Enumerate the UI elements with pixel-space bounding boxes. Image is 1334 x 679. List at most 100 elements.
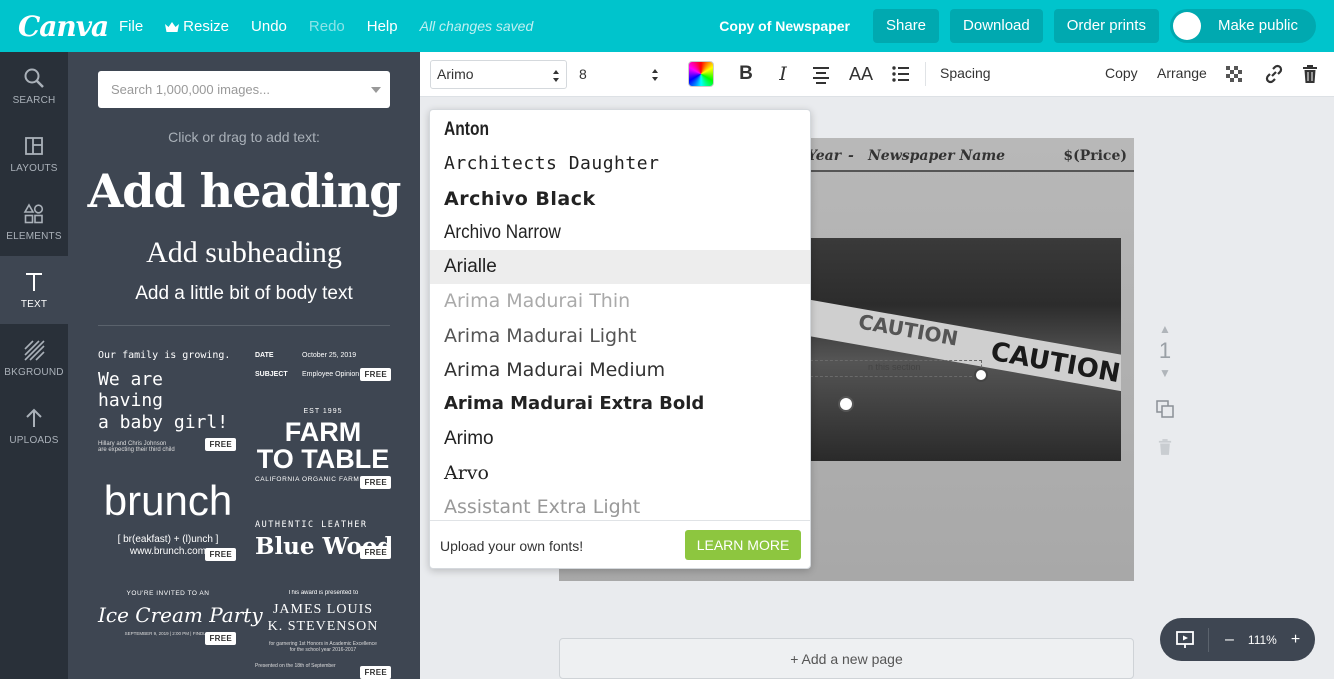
free-badge: FREE xyxy=(205,632,236,645)
template-award[interactable]: This award is presented to JAMES LOUIS K… xyxy=(255,590,391,679)
add-subheading-button[interactable]: Add subheading xyxy=(68,236,420,270)
brunch-sub: [ br(eakfast) + (l)unch ] xyxy=(117,534,219,545)
newspaper-name: Newspaper Name xyxy=(868,148,1006,164)
rail-layouts[interactable]: LAYOUTS xyxy=(0,120,68,188)
toolbar-divider xyxy=(925,62,926,86)
rail-elements-label: ELEMENTS xyxy=(6,230,62,242)
font-size-value: 8 xyxy=(579,66,587,82)
resize-handle[interactable] xyxy=(974,368,988,382)
text-color-picker[interactable] xyxy=(688,61,714,87)
font-option-arimo[interactable]: Arimo xyxy=(430,422,810,456)
template-farm-to-table[interactable]: EST 1995 FARM TO TABLE CALIFORNIA ORGANI… xyxy=(255,408,391,498)
font-dropdown-footer: Upload your own fonts! LEARN MORE xyxy=(430,520,810,568)
align-center-icon[interactable] xyxy=(812,63,830,85)
font-option-architects-daughter[interactable]: Architects Daughter xyxy=(430,147,810,181)
copy-button[interactable]: Copy xyxy=(1105,65,1138,81)
document-title[interactable]: Copy of Newspaper xyxy=(719,18,850,34)
template-blue-wood[interactable]: AUTHENTIC LEATHER Blue Wood FREE xyxy=(255,520,391,570)
font-option-assistant-extra-light[interactable]: Assistant Extra Light xyxy=(430,490,810,519)
award-name1: JAMES LOUIS xyxy=(272,602,374,617)
font-family-value: Arimo xyxy=(437,66,474,82)
download-button[interactable]: Download xyxy=(950,9,1043,43)
italic-icon[interactable]: I xyxy=(776,63,790,85)
font-option-arima-madurai-light[interactable]: Arima Madurai Light xyxy=(430,319,810,353)
template-ice-cream-party[interactable]: YOU'RE INVITED TO AN Ice Cream Party SEP… xyxy=(98,590,263,650)
redo-menu[interactable]: Redo xyxy=(298,18,356,35)
rail-uploads[interactable]: UPLOADS xyxy=(0,392,68,460)
font-family-select[interactable]: Arimo xyxy=(430,60,567,89)
resize-label: Resize xyxy=(183,17,230,35)
add-heading-button[interactable]: Add heading xyxy=(68,164,420,218)
background-icon xyxy=(24,339,45,361)
trash-icon[interactable] xyxy=(1302,63,1318,85)
toggle-knob xyxy=(1172,12,1201,40)
add-new-page-button[interactable]: + Add a new page xyxy=(559,638,1134,679)
zoom-in-button[interactable]: + xyxy=(1291,631,1300,649)
font-option-arima-madurai-thin[interactable]: Arima Madurai Thin xyxy=(430,284,810,318)
ice-title: Ice Cream Party xyxy=(98,603,263,627)
font-list[interactable]: Anton Architects Daughter Archivo Black … xyxy=(430,113,810,519)
chevron-down-icon[interactable] xyxy=(371,87,381,93)
layouts-icon xyxy=(25,136,43,155)
share-button[interactable]: Share xyxy=(873,9,940,43)
template-memo[interactable]: DATE October 25, 2019 SUBJECT Employee O… xyxy=(255,350,391,390)
free-badge: FREE xyxy=(360,368,391,381)
transparency-icon[interactable] xyxy=(1226,63,1242,85)
make-public-toggle[interactable]: Make public xyxy=(1169,9,1316,43)
rail-text[interactable]: TEXT xyxy=(0,256,68,324)
font-option-arialle[interactable]: Arialle xyxy=(430,250,810,285)
rotate-handle-icon[interactable] xyxy=(838,396,854,412)
present-icon[interactable] xyxy=(1175,630,1195,650)
learn-more-button[interactable]: LEARN MORE xyxy=(685,530,801,560)
search-icon xyxy=(24,68,44,88)
free-badge: FREE xyxy=(360,666,391,679)
bold-icon[interactable]: B xyxy=(738,63,754,85)
template-brunch[interactable]: brunch [ br(eakfast) + (l)unch ] www.bru… xyxy=(98,478,238,566)
farm-line1: FARM xyxy=(284,417,362,447)
newspaper-separator: - xyxy=(848,148,854,164)
rail-elements[interactable]: ELEMENTS xyxy=(0,188,68,256)
page-down-icon[interactable]: ▼ xyxy=(1150,364,1180,382)
font-option-archivo-narrow[interactable]: Archivo Narrow xyxy=(431,216,773,250)
page-number: 1 xyxy=(1158,338,1172,363)
font-size-select[interactable]: 8 xyxy=(573,60,665,89)
search-placeholder: Search 1,000,000 images... xyxy=(111,82,270,97)
image-search-input[interactable]: Search 1,000,000 images... xyxy=(98,71,390,108)
duplicate-page-icon[interactable] xyxy=(1156,400,1174,418)
selected-text-box[interactable]: n this section xyxy=(810,360,982,377)
font-option-arima-madurai-medium[interactable]: Arima Madurai Medium xyxy=(430,353,810,387)
resize-menu[interactable]: Resize xyxy=(154,18,240,35)
arrange-button[interactable]: Arrange xyxy=(1157,65,1207,81)
file-menu[interactable]: File xyxy=(108,18,154,35)
order-prints-button[interactable]: Order prints xyxy=(1053,9,1159,43)
text-case-icon[interactable]: AA xyxy=(848,63,874,85)
spacing-button[interactable]: Spacing xyxy=(940,65,991,81)
ice-top: YOU'RE INVITED TO AN xyxy=(126,590,210,597)
rail-search[interactable]: SEARCH xyxy=(0,52,68,120)
rail-background[interactable]: BKGROUND xyxy=(0,324,68,392)
zoom-out-button[interactable]: – xyxy=(1225,631,1234,649)
delete-page-icon[interactable] xyxy=(1158,439,1172,455)
farm-est: EST 1995 xyxy=(303,408,343,415)
template-baby-announcement[interactable]: Our family is growing. We are having a b… xyxy=(98,350,238,458)
font-option-anton[interactable]: Anton xyxy=(433,113,745,147)
free-badge: FREE xyxy=(360,546,391,559)
link-icon[interactable] xyxy=(1264,63,1284,85)
rail-uploads-label: UPLOADS xyxy=(9,434,59,446)
help-menu[interactable]: Help xyxy=(356,18,409,35)
caution-tape-photo[interactable]: CAUTION CAUTION xyxy=(810,238,1121,461)
add-body-text-button[interactable]: Add a little bit of body text xyxy=(68,283,420,305)
canva-logo[interactable]: Canva xyxy=(18,10,109,43)
font-option-arima-madurai-extra-bold[interactable]: Arima Madurai Extra Bold xyxy=(430,387,810,421)
list-icon[interactable] xyxy=(892,63,910,85)
page-up-icon[interactable]: ▲ xyxy=(1150,320,1180,338)
zoom-level[interactable]: 111% xyxy=(1248,633,1277,647)
font-option-archivo-black[interactable]: Archivo Black xyxy=(430,182,810,216)
save-status: All changes saved xyxy=(419,18,534,34)
memo-date-value: October 25, 2019 xyxy=(302,352,357,359)
selected-text: n this section xyxy=(868,362,921,372)
upload-fonts-link[interactable]: Upload your own fonts! xyxy=(440,538,583,554)
font-option-arvo[interactable]: Arvo xyxy=(430,456,810,490)
top-actions: Copy of Newspaper Share Download Order p… xyxy=(719,0,1316,52)
undo-menu[interactable]: Undo xyxy=(240,18,298,35)
